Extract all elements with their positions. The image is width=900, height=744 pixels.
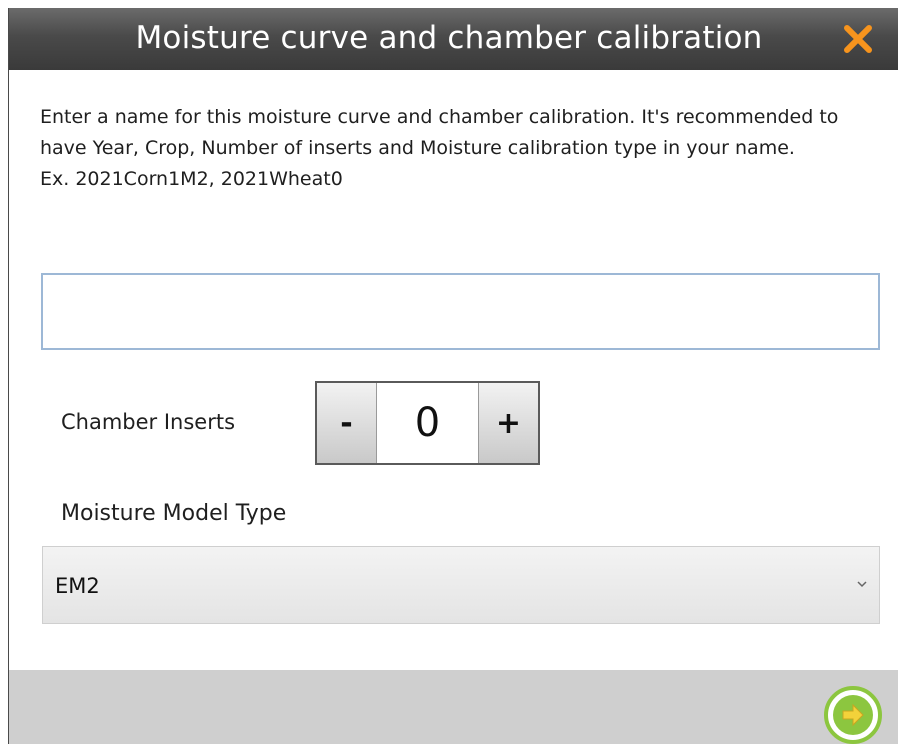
moisture-model-selected: EM2 <box>55 574 100 598</box>
instructions-text: Enter a name for this moisture curve and… <box>40 106 839 159</box>
dialog-title: Moisture curve and chamber calibration <box>135 20 763 56</box>
close-icon <box>844 25 872 53</box>
calibration-name-input[interactable] <box>41 273 880 350</box>
dialog-footer <box>9 670 898 744</box>
calibration-dialog: Moisture curve and chamber calibration E… <box>8 8 898 744</box>
instructions-example: Ex. 2021Corn1M2, 2021Wheat0 <box>40 168 343 190</box>
chevron-down-icon <box>857 581 867 588</box>
decrement-button[interactable]: - <box>317 383 377 463</box>
moisture-model-label: Moisture Model Type <box>61 501 287 526</box>
instructions-block: Enter a name for this moisture curve and… <box>40 102 890 195</box>
increment-button[interactable]: + <box>478 383 538 463</box>
title-bar: Moisture curve and chamber calibration <box>9 8 898 70</box>
chamber-inserts-label: Chamber Inserts <box>61 410 236 434</box>
chamber-inserts-stepper: - 0 + <box>315 381 540 465</box>
arrow-right-icon <box>824 686 882 744</box>
chamber-inserts-value: 0 <box>414 400 441 446</box>
moisture-model-select[interactable]: EM2 <box>42 546 880 624</box>
close-button[interactable] <box>840 21 876 57</box>
next-button[interactable] <box>824 686 882 744</box>
